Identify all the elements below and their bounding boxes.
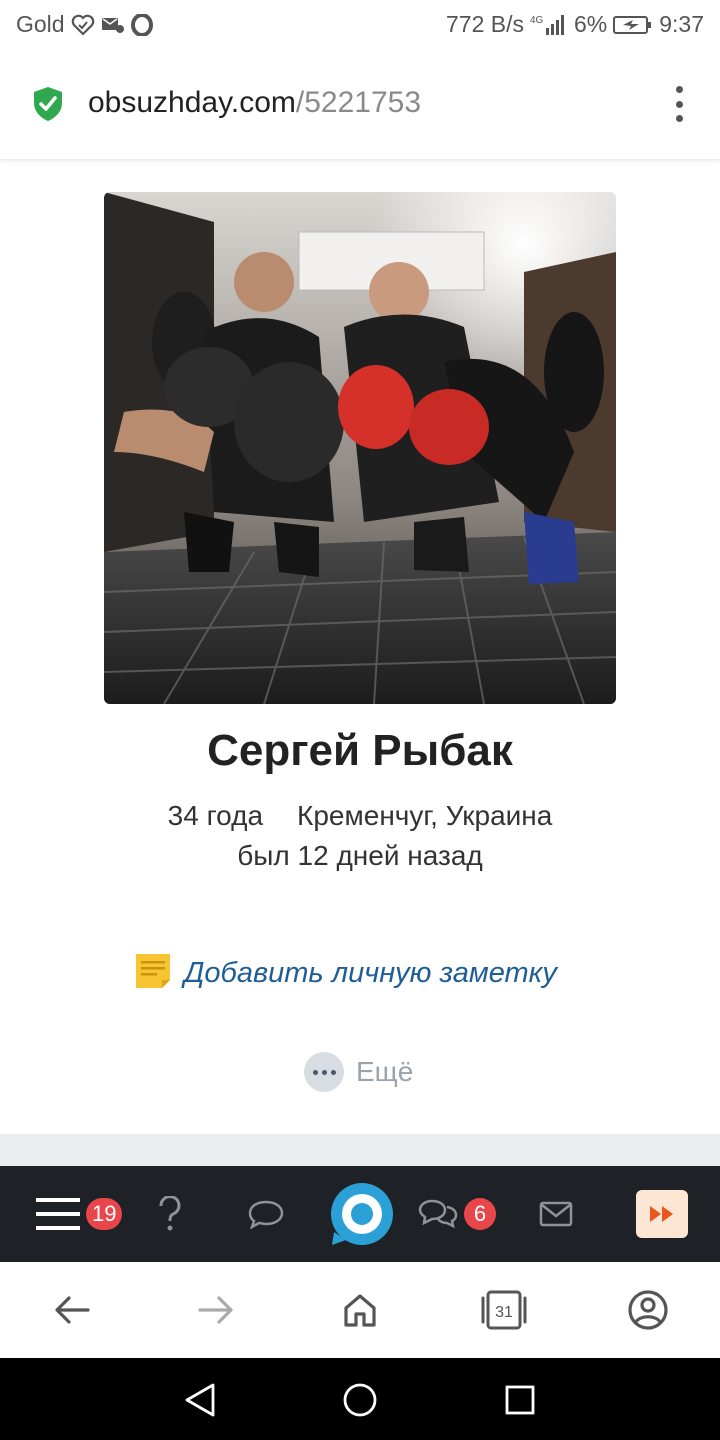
tabs-icon[interactable]: 31 [480,1286,528,1334]
profile-photo[interactable] [104,192,616,704]
browser-url-bar[interactable]: obsuzhday.com/5221753 [0,50,720,160]
clock: 9:37 [659,11,704,37]
url-path: /5221753 [295,86,422,119]
home-icon[interactable] [336,1286,384,1334]
battery-icon [613,14,653,36]
section-divider [0,1134,720,1166]
menu-icon[interactable] [34,1166,82,1262]
back-triangle-icon[interactable] [180,1380,220,1420]
profile-location[interactable]: Кременчуг, Украина [297,800,552,831]
shield-check-icon[interactable] [32,86,64,127]
site-logo-icon[interactable] [330,1182,394,1246]
carrier-label: Gold [16,11,65,37]
heart-shield-icon [71,14,95,36]
more-button[interactable]: Ещё [304,1052,413,1092]
fast-forward-icon[interactable] [636,1190,688,1238]
overflow-menu-icon[interactable] [674,86,684,122]
svg-text:31: 31 [495,1304,513,1321]
recents-square-icon[interactable] [500,1380,540,1420]
more-label: Ещё [356,1056,414,1087]
mail-icon[interactable] [534,1166,578,1262]
sim-manager-icon [101,15,125,35]
profile-name: Сергей Рыбак [207,726,513,775]
status-left: Gold [16,11,153,38]
forward-arrow-icon[interactable] [192,1286,240,1334]
question-icon[interactable] [150,1166,190,1262]
status-bar: Gold 772 B/s 4G 6% 9:37 [0,0,720,50]
url-host: obsuzhday.com [88,86,296,119]
url-text[interactable]: obsuzhday.com/5221753 [88,86,421,120]
more-dots-icon [304,1052,344,1092]
opera-icon [130,13,153,36]
chats-icon[interactable] [414,1166,462,1262]
chat-bubble-icon[interactable] [244,1166,288,1262]
signal-icon: 4G [530,13,568,37]
profile-meta: 34 года Кременчуг, Украина [0,800,720,832]
profile-age: 34 года [167,800,264,831]
add-note-label: Добавить личную заметку [184,957,557,989]
battery-percent: 6% [573,11,608,37]
net-speed: 772 B/s [445,11,524,37]
home-circle-icon[interactable] [340,1380,380,1420]
system-nav-bar [0,1358,720,1440]
browser-bottom-nav: 31 [0,1262,720,1358]
messages-badge: 6 [464,1198,496,1230]
back-arrow-icon[interactable] [48,1286,96,1334]
menu-badge: 19 [86,1198,123,1230]
last-seen: был 12 дней назад [237,840,483,871]
account-icon[interactable] [624,1286,672,1334]
svg-text:4G: 4G [530,15,544,26]
sticky-note-icon [134,952,172,995]
add-note-link[interactable]: Добавить личную заметку [134,952,557,995]
status-right: 772 B/s 4G 6% 9:37 [446,11,704,38]
